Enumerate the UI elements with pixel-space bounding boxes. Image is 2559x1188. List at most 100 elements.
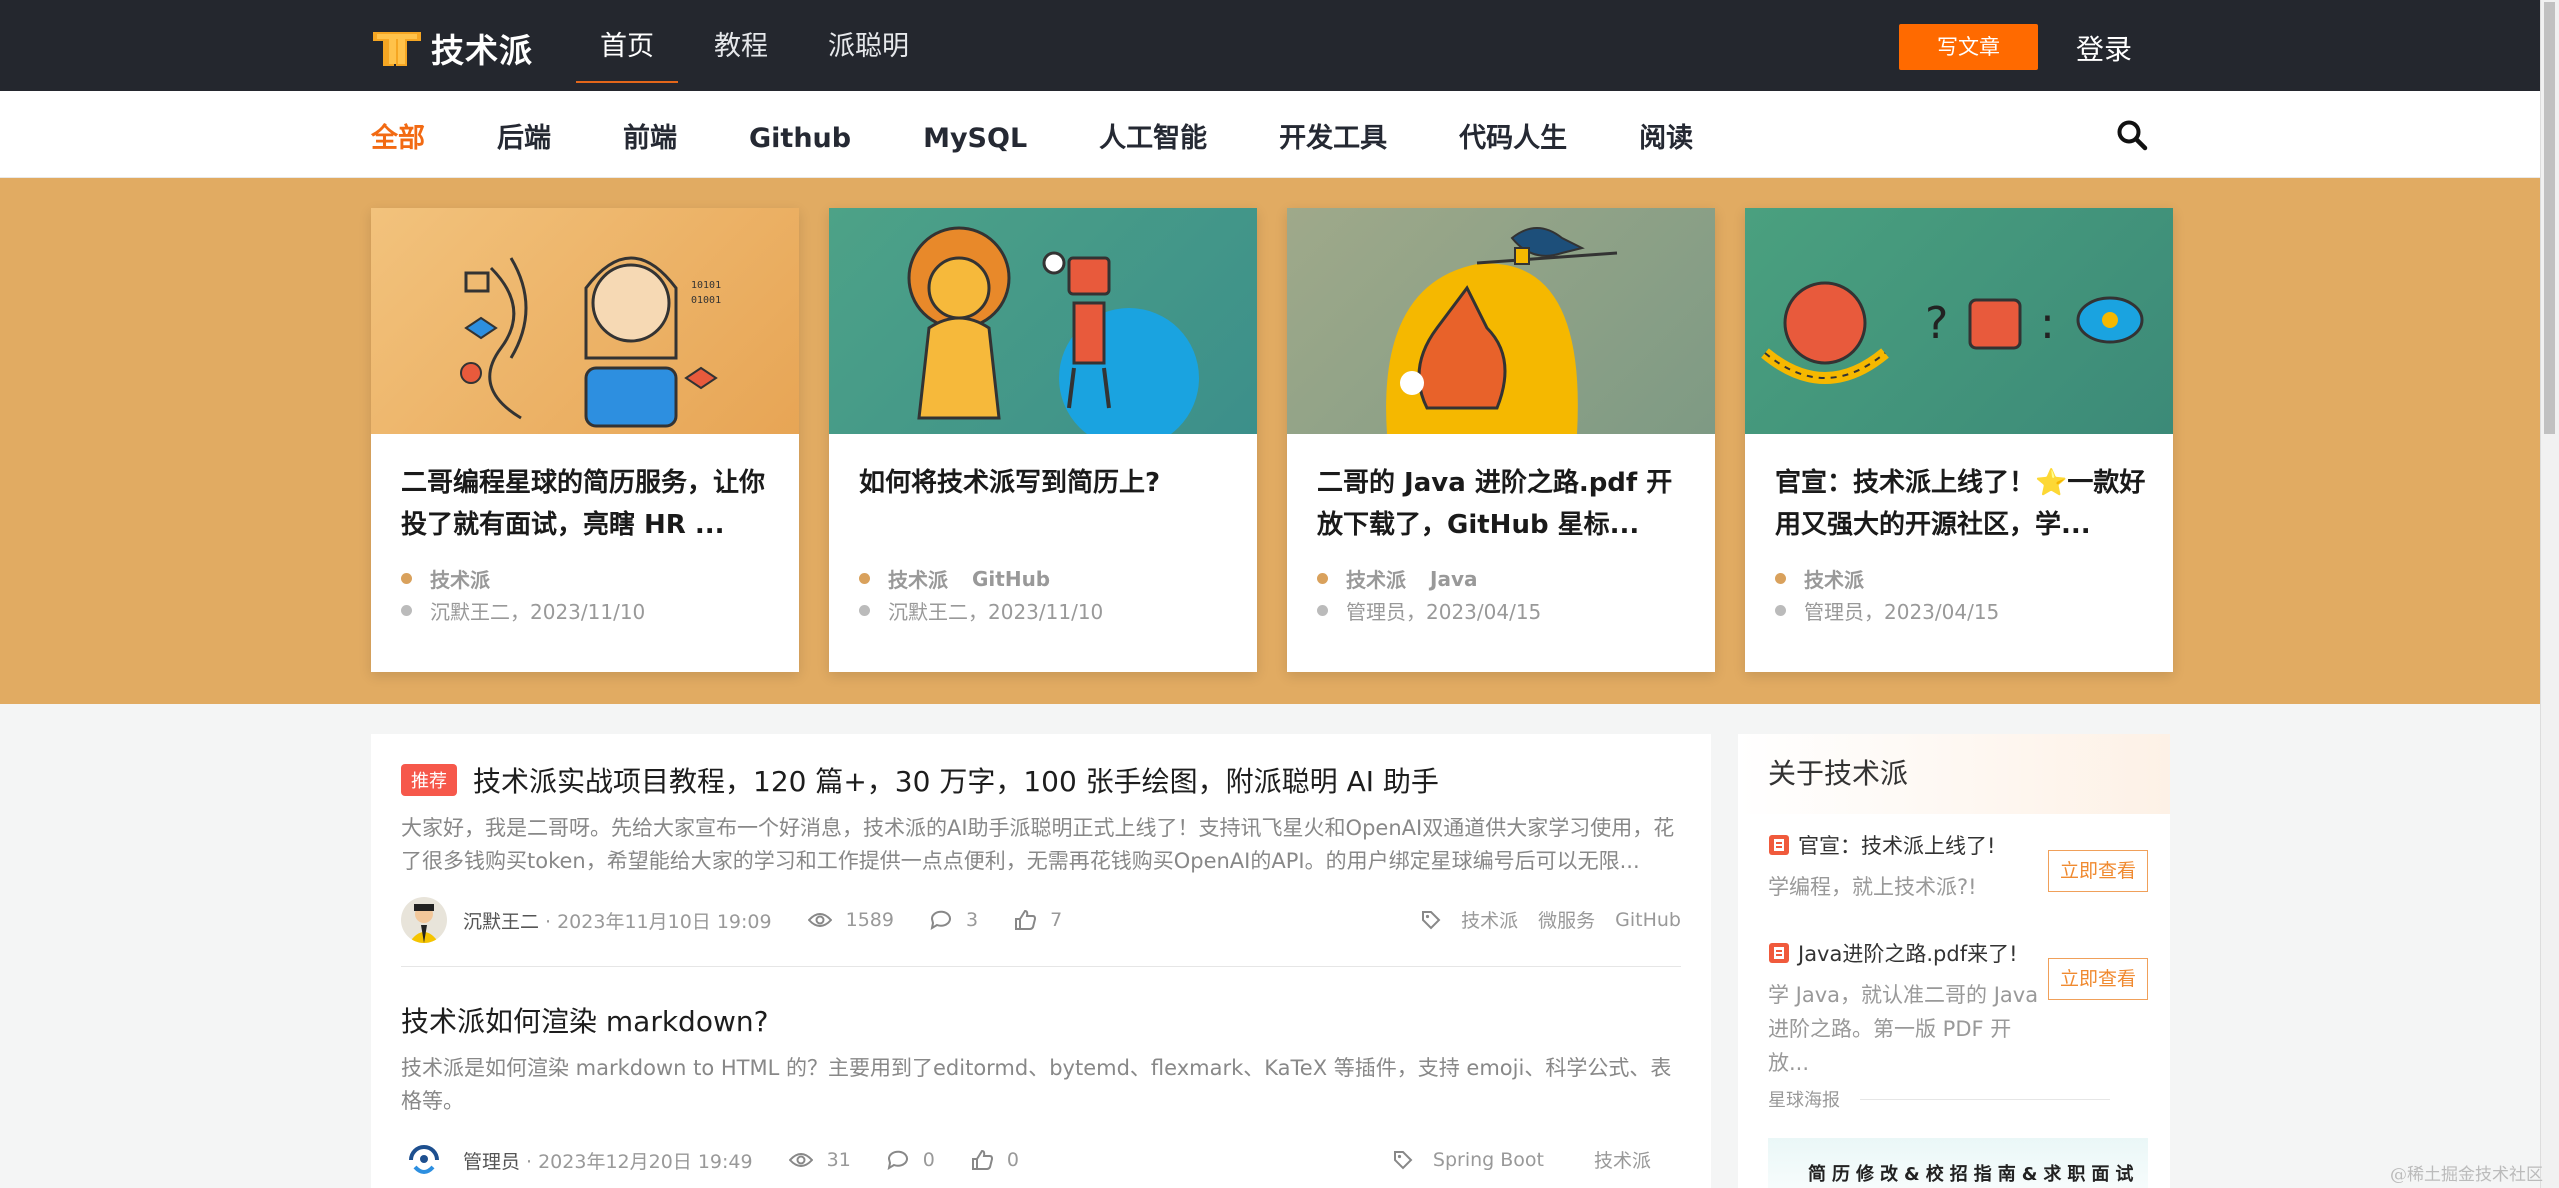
card-tags: 技术派	[1775, 564, 1864, 593]
top-navbar: 技术派 首页 教程 派聪明 写文章 登录	[0, 0, 2540, 91]
svg-text::: :	[2040, 298, 2055, 349]
watermark: @稀土掘金技术社区	[2390, 1165, 2543, 1185]
article-tags: 技术派 微服务 GitHub	[1421, 906, 1681, 933]
promo-title[interactable]: 官宣：技术派上线了!	[1798, 830, 1995, 860]
tag-icon	[1422, 910, 1441, 929]
thumbs-up-icon	[1015, 909, 1037, 930]
article-tag[interactable]: Spring Boot	[1433, 1149, 1544, 1171]
promo-desc: 学 Java，就认准二哥的 Java 进阶之路。第一版 PDF 开放...	[1768, 983, 2039, 1075]
author-name[interactable]: 沉默王二	[463, 907, 539, 934]
scrollbar-thumb[interactable]	[2544, 2, 2555, 434]
about-sidebar: 关于技术派 官宣：技术派上线了! 学编程，就上技术派?! 立即查看 Java进阶…	[1738, 734, 2170, 1188]
comments-count: 0	[922, 1149, 935, 1171]
comments-stat[interactable]: 3	[930, 909, 978, 931]
logo-text: 技术派	[431, 31, 533, 70]
card-title[interactable]: 二哥的 Java 进阶之路.pdf 开放下载了，GitHub 星标...	[1317, 462, 1697, 546]
logo[interactable]: 技术派	[371, 24, 533, 72]
view-now-button[interactable]: 立即查看	[2048, 958, 2148, 1000]
likes-stat[interactable]: 0	[971, 1149, 1019, 1171]
comment-icon	[887, 1150, 908, 1170]
card-meta: 管理员，2023/04/15	[1775, 596, 1999, 625]
featured-banner: 10101 01001 二哥编程星球的简历服务，让你投了就有面试，亮瞎 HR .…	[0, 178, 2540, 704]
card-title[interactable]: 二哥编程星球的简历服务，让你投了就有面试，亮瞎 HR ...	[401, 462, 781, 546]
likes-count: 7	[1050, 909, 1063, 931]
category-all[interactable]: 全部	[371, 91, 425, 178]
publish-date: · 2023年12月20日 19:49	[526, 1150, 753, 1173]
card-title[interactable]: 如何将技术派写到简历上?	[859, 462, 1239, 504]
card-tag[interactable]: 技术派	[888, 564, 948, 593]
article-tags: Spring Boot 技术派	[1393, 1146, 1651, 1173]
card-author-date: 管理员，2023/04/15	[1346, 600, 1542, 624]
card-tag[interactable]: GitHub	[972, 567, 1050, 591]
featured-image	[829, 208, 1257, 434]
featured-card[interactable]: 如何将技术派写到简历上? 技术派 GitHub 沉默王二，2023/11/10	[829, 208, 1257, 672]
robots-illustration-icon: ? :	[1761, 281, 2144, 384]
views-count: 1589	[845, 909, 894, 931]
category-backend[interactable]: 后端	[497, 91, 551, 178]
card-meta: 沉默王二，2023/11/10	[401, 596, 645, 625]
card-author-date: 沉默王二，2023/11/10	[430, 600, 646, 624]
view-now-button[interactable]: 立即查看	[2048, 850, 2148, 892]
category-code-life[interactable]: 代码人生	[1459, 91, 1567, 178]
card-author-date: 沉默王二，2023/11/10	[888, 600, 1104, 624]
category-ai[interactable]: 人工智能	[1099, 91, 1207, 178]
article-tag[interactable]: 技术派	[1594, 1146, 1651, 1173]
avatar[interactable]	[401, 897, 447, 943]
article-meta: 管理员 · 2023年12月20日 19:49 31 0 0 Spring Bo…	[401, 1132, 1681, 1188]
featured-card[interactable]: 二哥的 Java 进阶之路.pdf 开放下载了，GitHub 星标... 技术派…	[1287, 208, 1715, 672]
comments-count: 3	[965, 909, 979, 931]
article-tag[interactable]: 微服务	[1538, 906, 1595, 933]
featured-card[interactable]: 10101 01001 二哥编程星球的简历服务，让你投了就有面试，亮瞎 HR .…	[371, 208, 799, 672]
category-devtools[interactable]: 开发工具	[1279, 91, 1387, 178]
card-tag[interactable]: 技术派	[1346, 564, 1406, 593]
article-summary: 大家好，我是二哥呀。先给大家宣布一个好消息，技术派的AI助手派聪明正式上线了！支…	[401, 816, 1675, 873]
nav-paicongming[interactable]: 派聪明	[828, 0, 909, 91]
card-meta: 沉默王二，2023/11/10	[859, 596, 1103, 625]
author-name[interactable]: 管理员	[463, 1147, 520, 1174]
top-nav: 首页 教程 派聪明	[576, 0, 969, 91]
poster-image[interactable]: 简历修改&校招指南&求职面试	[1768, 1138, 2148, 1188]
divider	[401, 966, 1681, 967]
avatar[interactable]	[401, 1137, 447, 1183]
promo-item: 官宣：技术派上线了! 学编程，就上技术派?! 立即查看	[1768, 830, 2148, 904]
featured-image: 10101 01001	[371, 208, 799, 434]
lion-robot-illustration-icon	[907, 226, 1199, 434]
nav-home[interactable]: 首页	[576, 0, 678, 91]
card-author-date: 管理员，2023/04/15	[1804, 600, 2000, 624]
category-nav: 全部 后端 前端 Github MySQL 人工智能 开发工具 代码人生 阅读	[371, 91, 1765, 178]
fox-crow-illustration-icon	[1386, 227, 1618, 434]
category-reading[interactable]: 阅读	[1639, 91, 1693, 178]
likes-stat[interactable]: 7	[1014, 909, 1062, 931]
write-article-button[interactable]: 写文章	[1899, 24, 2038, 70]
card-tag[interactable]: 技术派	[1804, 564, 1864, 593]
promo-title[interactable]: Java进阶之路.pdf来了!	[1798, 938, 2018, 968]
login-button[interactable]: 登录	[2076, 28, 2132, 68]
article-list: 推荐 技术派实战项目教程，120 篇+，30 万字，100 张手绘图，附派聪明 …	[371, 734, 1711, 1188]
article-tag[interactable]: GitHub	[1615, 909, 1681, 931]
logo-mark-icon	[373, 32, 421, 66]
list-item[interactable]: 技术派如何渲染 markdown? 技术派是如何渲染 markdown to H…	[401, 1000, 1681, 1188]
card-title[interactable]: 官宣：技术派上线了！⭐一款好用又强大的开源社区，学...	[1775, 462, 2155, 546]
card-tags: 技术派	[401, 564, 490, 593]
svg-text:10101: 10101	[691, 280, 721, 291]
likes-count: 0	[1006, 1149, 1019, 1171]
recommend-badge: 推荐	[401, 764, 457, 796]
featured-card[interactable]: ? : 官宣：技术派上线了！⭐一款好用又强大的开源社区，学... 技术派 管理员…	[1745, 208, 2173, 672]
nav-tutorial[interactable]: 教程	[714, 0, 768, 91]
card-tag[interactable]: Java	[1430, 567, 1477, 591]
search-icon[interactable]	[2116, 119, 2148, 151]
eye-icon	[807, 913, 832, 927]
category-github[interactable]: Github	[749, 91, 851, 178]
article-title[interactable]: 技术派如何渲染 markdown?	[401, 1000, 768, 1040]
comments-stat[interactable]: 0	[887, 1149, 935, 1171]
category-frontend[interactable]: 前端	[623, 91, 677, 178]
article-tag[interactable]: 技术派	[1461, 906, 1518, 933]
card-tags: 技术派 Java	[1317, 564, 1477, 593]
poster-label: 星球海报	[1768, 1086, 2110, 1112]
list-item[interactable]: 推荐 技术派实战项目教程，120 篇+，30 万字，100 张手绘图，附派聪明 …	[401, 760, 1681, 948]
article-title[interactable]: 技术派实战项目教程，120 篇+，30 万字，100 张手绘图，附派聪明 AI …	[473, 760, 1439, 800]
comment-icon	[930, 910, 951, 930]
svg-text:01001: 01001	[691, 295, 721, 306]
category-mysql[interactable]: MySQL	[923, 91, 1027, 178]
card-tag[interactable]: 技术派	[430, 564, 490, 593]
